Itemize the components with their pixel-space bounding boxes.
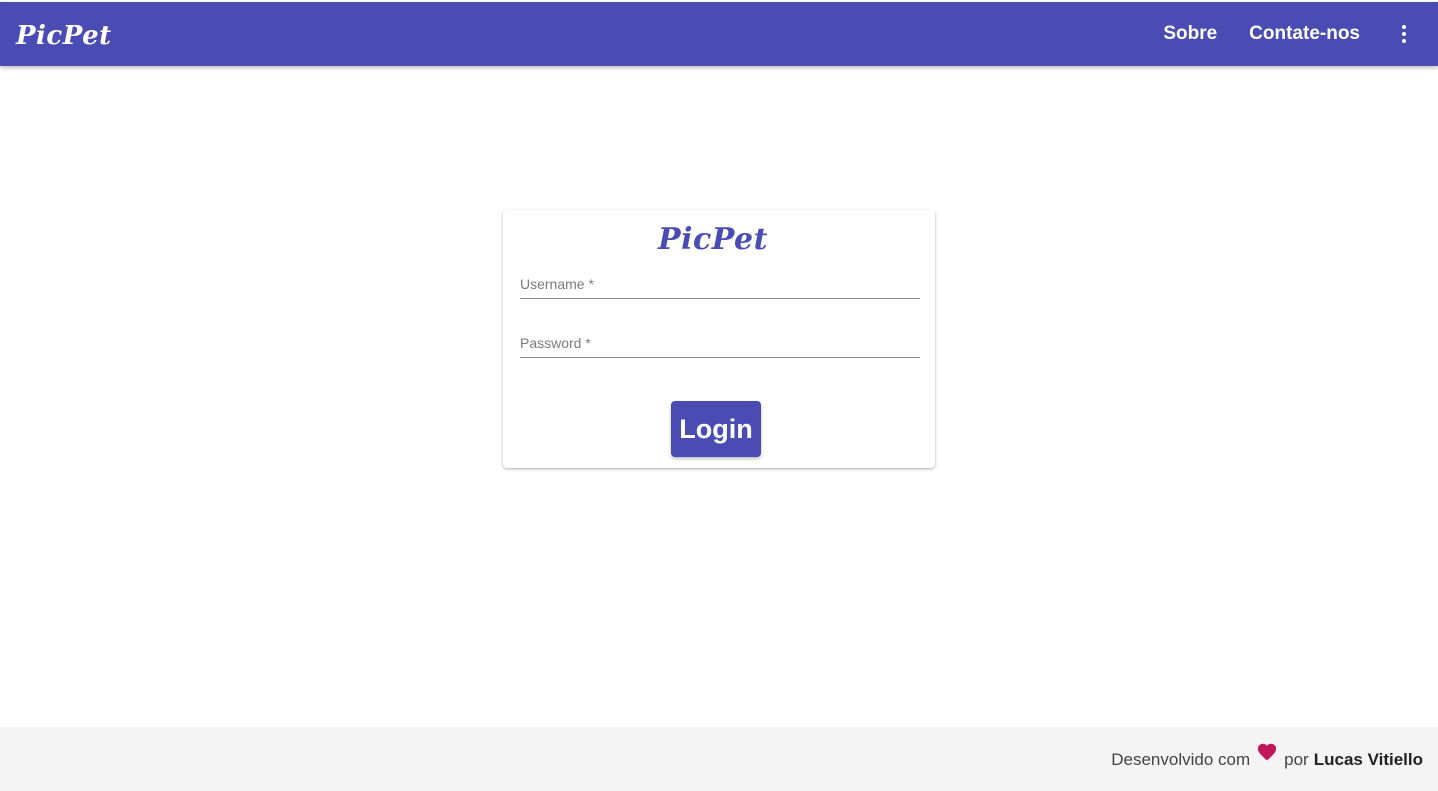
password-input[interactable]	[520, 335, 920, 357]
username-input[interactable]	[520, 276, 920, 298]
page-footer: Desenvolvido com por Lucas Vitiello	[0, 727, 1438, 791]
footer-credit: Desenvolvido com por Lucas Vitiello	[1111, 743, 1423, 772]
footer-middle: por	[1284, 749, 1309, 769]
password-field[interactable]: Password *	[520, 335, 920, 358]
username-field[interactable]: Username *	[520, 276, 920, 299]
nav-contato-link[interactable]: Contate-nos	[1249, 2, 1360, 66]
footer-prefix: Desenvolvido com	[1111, 749, 1251, 769]
header-nav: Sobre Contate-nos	[1163, 2, 1438, 66]
more-vertical-icon[interactable]	[1392, 14, 1416, 54]
app-header: PicPet Sobre Contate-nos	[0, 2, 1438, 66]
heart-icon	[1256, 741, 1278, 766]
card-logo: PicPet	[658, 222, 768, 257]
nav-sobre-link[interactable]: Sobre	[1163, 2, 1217, 66]
brand-logo[interactable]: PicPet	[16, 18, 112, 54]
footer-author[interactable]: Lucas Vitiello	[1314, 750, 1423, 770]
login-card: PicPet Username * Password * Login	[503, 210, 935, 468]
login-button[interactable]: Login	[671, 401, 761, 457]
